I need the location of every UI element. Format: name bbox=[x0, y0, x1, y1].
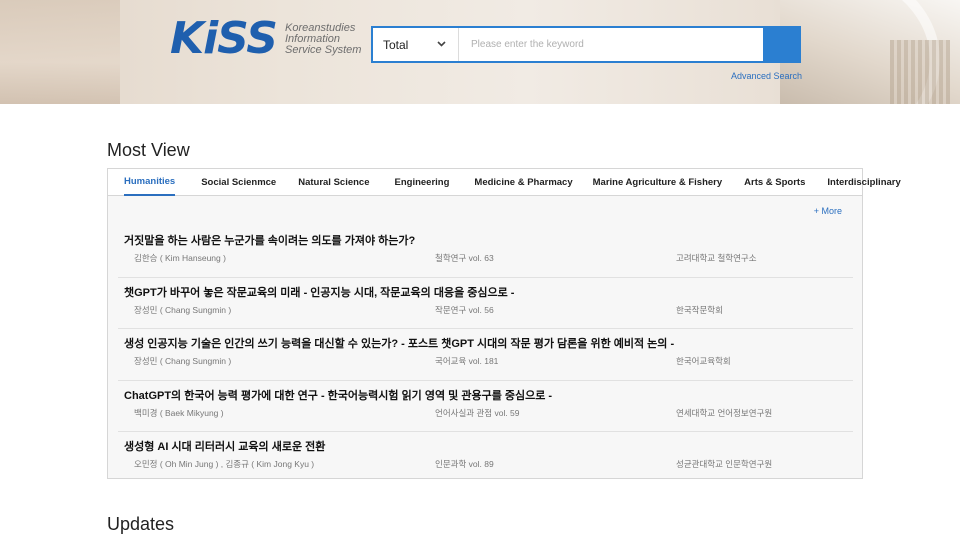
article-publisher: 한국어교육학회 bbox=[676, 356, 731, 366]
article-journal: 언어사실과 관점 vol. 59 bbox=[435, 407, 520, 418]
list-item: 생성 인공지능 기술은 인간의 쓰기 능력을 대신할 수 있는가? - 포스트 … bbox=[118, 329, 853, 381]
article-author: 백미경 ( Baek Mikyung ) bbox=[134, 407, 224, 418]
search-category-select[interactable]: Total bbox=[373, 28, 459, 61]
tab-natural-science[interactable]: Natural Science bbox=[298, 169, 369, 196]
article-journal: 인문과학 vol. 89 bbox=[435, 459, 494, 469]
article-author: 장성민 ( Chang Sungmin ) bbox=[134, 304, 232, 315]
article-title[interactable]: 거짓말을 하는 사람은 누군가를 속이려는 의도를 가져야 하는가? bbox=[124, 232, 415, 248]
article-title[interactable]: ChatGPT의 한국어 능력 평가에 대한 연구 - 한국어능력시험 읽기 영… bbox=[124, 387, 552, 403]
logo-text-line2: Information bbox=[285, 32, 341, 45]
banner-bookshelf-decoration bbox=[890, 40, 950, 104]
article-title[interactable]: 생성형 AI 시대 리터러시 교육의 새로운 전환 bbox=[124, 438, 325, 454]
article-title[interactable]: 챗GPT가 바꾸어 놓은 작문교육의 미래 - 인공지능 시대, 작문교육의 대… bbox=[124, 284, 514, 300]
updates-title: Updates bbox=[107, 514, 175, 534]
chevron-down-icon bbox=[437, 39, 446, 50]
tab-medicine-pharmacy[interactable]: Medicine & Pharmacy bbox=[474, 169, 572, 196]
tab-interdisciplinary[interactable]: Interdisciplinary bbox=[827, 169, 900, 196]
article-publisher: 한국작문학회 bbox=[676, 304, 723, 315]
list-item: ChatGPT의 한국어 능력 평가에 대한 연구 - 한국어능력시험 읽기 영… bbox=[118, 381, 853, 432]
logo-text-line1: Koreanstudies bbox=[285, 21, 356, 34]
article-journal: 국어교육 vol. 181 bbox=[435, 356, 499, 366]
kiss-logo[interactable]: KiSS Koreanstudies Information Service S… bbox=[170, 16, 361, 62]
search-bar: Total bbox=[371, 26, 801, 63]
list-item: 거짓말을 하는 사람은 누군가를 속이려는 의도를 가져야 하는가? 김한승 (… bbox=[118, 226, 853, 278]
tab-engineering[interactable]: Engineering bbox=[395, 169, 450, 196]
article-journal: 철학연구 vol. 63 bbox=[435, 253, 494, 263]
logo-text: Koreanstudies Information Service System bbox=[285, 21, 362, 56]
search-input[interactable] bbox=[459, 28, 763, 61]
article-publisher: 성균관대학교 인문학연구원 bbox=[676, 459, 773, 469]
list-item: 챗GPT가 바꾸어 놓은 작문교육의 미래 - 인공지능 시대, 작문교육의 대… bbox=[118, 278, 853, 329]
banner-decoration-left bbox=[0, 0, 120, 104]
article-author: 오민정 ( Oh Min Jung ) , 김종규 ( Kim Jong Kyu… bbox=[134, 459, 315, 469]
tab-humanities[interactable]: Humanities bbox=[124, 169, 176, 196]
more-link[interactable]: + More bbox=[814, 206, 842, 216]
search-button[interactable] bbox=[763, 28, 799, 61]
category-tabs: Humanities Social Scienmce Natural Scien… bbox=[108, 169, 901, 196]
most-view-title: Most View bbox=[107, 140, 190, 160]
most-view-panel: Humanities Social Scienmce Natural Scien… bbox=[107, 168, 901, 479]
tab-marine-agriculture-fishery[interactable]: Marine Agriculture & Fishery bbox=[593, 169, 723, 196]
article-journal: 작문연구 vol. 56 bbox=[435, 304, 494, 315]
logo-mark: KiSS bbox=[170, 13, 278, 64]
most-view-list-area: + More 거짓말을 하는 사람은 누군가를 속이려는 의도를 가져야 하는가… bbox=[108, 196, 862, 478]
article-publisher: 고려대학교 철학연구소 bbox=[676, 253, 757, 263]
logo-text-line3: Service System bbox=[285, 43, 362, 56]
header-banner: KiSS Koreanstudies Information Service S… bbox=[0, 0, 960, 104]
article-author: 김한승 ( Kim Hanseung ) bbox=[134, 253, 226, 263]
list-item: 생성형 AI 시대 리터러시 교육의 새로운 전환 오민정 ( Oh Min J… bbox=[118, 432, 853, 484]
article-list: 거짓말을 하는 사람은 누군가를 속이려는 의도를 가져야 하는가? 김한승 (… bbox=[118, 226, 853, 484]
advanced-search-link[interactable]: Advanced Search bbox=[731, 71, 802, 81]
tab-social-science[interactable]: Social Scienmce bbox=[201, 169, 276, 196]
article-title[interactable]: 생성 인공지능 기술은 인간의 쓰기 능력을 대신할 수 있는가? - 포스트 … bbox=[124, 335, 674, 351]
search-category-value: Total bbox=[383, 37, 409, 52]
article-publisher: 연세대학교 언어정보연구원 bbox=[676, 407, 773, 418]
article-author: 장성민 ( Chang Sungmin ) bbox=[134, 356, 232, 366]
tab-arts-sports[interactable]: Arts & Sports bbox=[744, 169, 805, 196]
